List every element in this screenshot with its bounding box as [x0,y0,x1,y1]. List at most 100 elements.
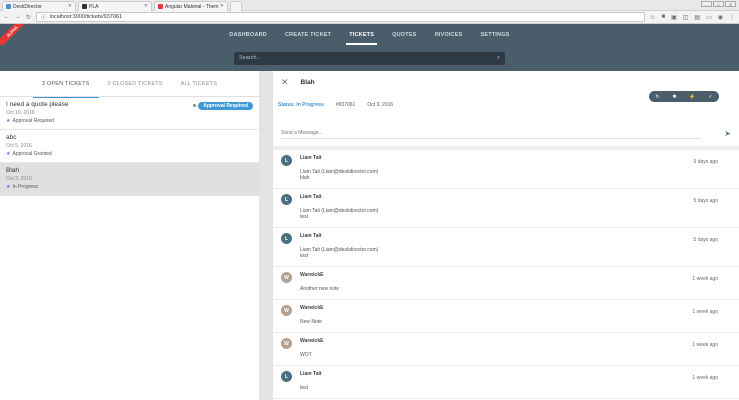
search-placeholder: Search... [239,55,262,61]
feed-entry: L Liam Tait 5 days ago Liam Tait (Liam@d… [273,189,739,228]
nav-invoices[interactable]: INVOICES [426,24,472,45]
refresh-icon[interactable]: ↻ [655,94,659,100]
cast-icon[interactable]: ▭ [706,14,712,21]
entry-line: Liam Tait (Liam@deskdirector.com) [300,169,379,175]
github-icon [82,4,87,9]
extension-icon[interactable]: ▤ [694,14,700,21]
feed-entry: L Liam Tait 5 days ago Liam Tait (Liam@d… [273,150,739,189]
alpha-ribbon: ALPHA [0,24,33,45]
nav-settings[interactable]: SETTINGS [471,24,518,45]
close-tab-icon[interactable]: ✕ [68,3,72,9]
search-bar: Search... ⌕ [0,45,739,71]
browser-extensions: ☆ ■ ▣ ◫ ▤ ▭ ◉ ⋮ [650,14,735,21]
browser-tab-title: Angular Material - Them [165,3,219,10]
extension-icon[interactable]: ▣ [671,14,677,21]
forward-icon[interactable]: → [15,14,21,20]
avatar: L [281,155,292,166]
browser-toolbar: ← → ↻ ⓘ localhost:3000/tickets/937061 ☆ … [0,11,739,24]
status-star-icon: ★ [6,151,11,157]
detail-title: Blah [300,78,315,86]
detail-toolbar: ↻ ✱ ⚡ ✓ [649,91,719,102]
entry-line: Liam Tait (Liam@deskdirector.com) [300,247,379,253]
ticket-item[interactable]: abc Oct 5, 2016 ★ Approval Granted [0,130,259,163]
entry-time: 1 week ago [692,375,718,381]
feed-entry: L Liam Tait 1 week ago test [273,366,739,399]
author-name: WarwickE [300,272,324,278]
entry-time: 5 days ago [693,159,718,165]
author-name: WarwickE [300,305,324,311]
extension-icon[interactable]: ◉ [718,14,723,21]
avatar: W [281,338,292,349]
nav-tickets[interactable]: TICKETS [340,24,383,45]
feed-entry: W WarwickE 1 week ago WOT [273,333,739,366]
ticket-date: Oct 3, 2016 [6,176,32,182]
browser-tab-pla[interactable]: PLA ✕ [78,1,152,11]
new-tab-button[interactable] [230,1,242,11]
url-text: localhost:3000/tickets/937061 [49,14,123,20]
avatar: L [281,371,292,382]
author-name: Liam Tait [300,233,322,239]
close-tab-icon[interactable]: ✕ [144,3,148,9]
nav-create-ticket[interactable]: CREATE TICKET [276,24,340,45]
favicon-icon [6,4,11,9]
browser-tab-deskdirector[interactable]: DeskDirector ✕ [2,1,76,11]
reload-icon[interactable]: ↻ [26,14,31,21]
flash-icon[interactable]: ⚡ [689,94,695,100]
ticket-item-selected[interactable]: Blah Oct 3, 2016 ★ In Progress [0,163,259,196]
back-icon[interactable]: ← [4,14,10,20]
avatar: W [281,305,292,316]
angular-icon [158,4,163,9]
extension-icon[interactable]: ◫ [683,14,689,21]
author-name: WarwickE [300,338,324,344]
message-composer: ➤ [273,123,739,143]
feed-entry: L Liam Tait 5 days ago Liam Tait (Liam@d… [273,228,739,267]
feed-entry: W WarwickE 1 week ago New Note [273,300,739,333]
app-navigation: ALPHA DASHBOARD CREATE TICKET TICKETS QU… [0,24,739,45]
maximize-icon[interactable]: □ [713,1,724,7]
status-star-icon: ★ [6,118,11,124]
nav-quotes[interactable]: QUOTES [383,24,425,45]
extension-icon[interactable]: ■ [661,14,665,21]
send-icon[interactable]: ➤ [724,129,731,138]
ticket-item[interactable]: I need a quote please Oct 10, 2016 ★ App… [0,97,259,130]
author-name: Liam Tait [300,194,322,200]
entry-line: test [300,214,309,220]
window-controls: – □ ✕ [701,1,736,7]
tab-closed-tickets[interactable]: 2 CLOSED TICKETS [99,71,172,97]
main-content: 3 OPEN TICKETS 2 CLOSED TICKETS ALL TICK… [0,71,739,400]
minimize-icon[interactable]: – [701,1,712,7]
settings-icon[interactable]: ✱ [672,94,676,100]
ticket-status-label: Approval Granted [12,151,52,157]
approval-badge[interactable]: Approval Required [198,102,253,110]
close-icon[interactable]: ✕ [281,77,289,88]
entry-time: 5 days ago [693,237,718,243]
avatar: L [281,194,292,205]
ticket-status: ★ In Progress [6,184,253,190]
ticket-detail-panel: ✕ Blah ↻ ✱ ⚡ ✓ Status: In Progress #9370… [273,71,739,400]
ticket-list-panel: 3 OPEN TICKETS 2 CLOSED TICKETS ALL TICK… [0,71,259,400]
ticket-date: Oct 3, 2016 [367,102,394,108]
close-tab-icon[interactable]: ✕ [220,3,224,9]
check-icon[interactable]: ✓ [708,94,712,100]
address-bar[interactable]: ⓘ localhost:3000/tickets/937061 [36,12,646,22]
close-window-icon[interactable]: ✕ [725,1,736,7]
search-icon[interactable]: ⌕ [497,55,500,62]
ticket-tabs: 3 OPEN TICKETS 2 CLOSED TICKETS ALL TICK… [0,71,259,98]
browser-tab-angular-material[interactable]: Angular Material - Them ✕ [154,1,228,11]
bookmark-star-icon[interactable]: ☆ [650,14,655,21]
detail-meta: Status: In Progress #937061 Oct 3, 2016 [278,102,393,108]
avatar: L [281,233,292,244]
nav-dashboard[interactable]: DASHBOARD [220,24,276,45]
author-name: Liam Tait [300,155,322,161]
browser-tab-title: DeskDirector [13,3,42,10]
browser-tab-strip: DeskDirector ✕ PLA ✕ Angular Material - … [0,0,739,11]
tab-open-tickets[interactable]: 3 OPEN TICKETS [32,71,99,98]
entry-body: New Note [300,319,322,325]
tab-all-tickets[interactable]: ALL TICKETS [172,71,226,97]
search-input[interactable]: Search... ⌕ [234,51,505,65]
status-label: Status: In Progress [278,102,324,108]
menu-icon[interactable]: ⋮ [729,14,735,21]
author-name: Liam Tait [300,371,322,377]
message-input[interactable] [281,127,701,139]
entry-body: WOT [300,352,312,358]
